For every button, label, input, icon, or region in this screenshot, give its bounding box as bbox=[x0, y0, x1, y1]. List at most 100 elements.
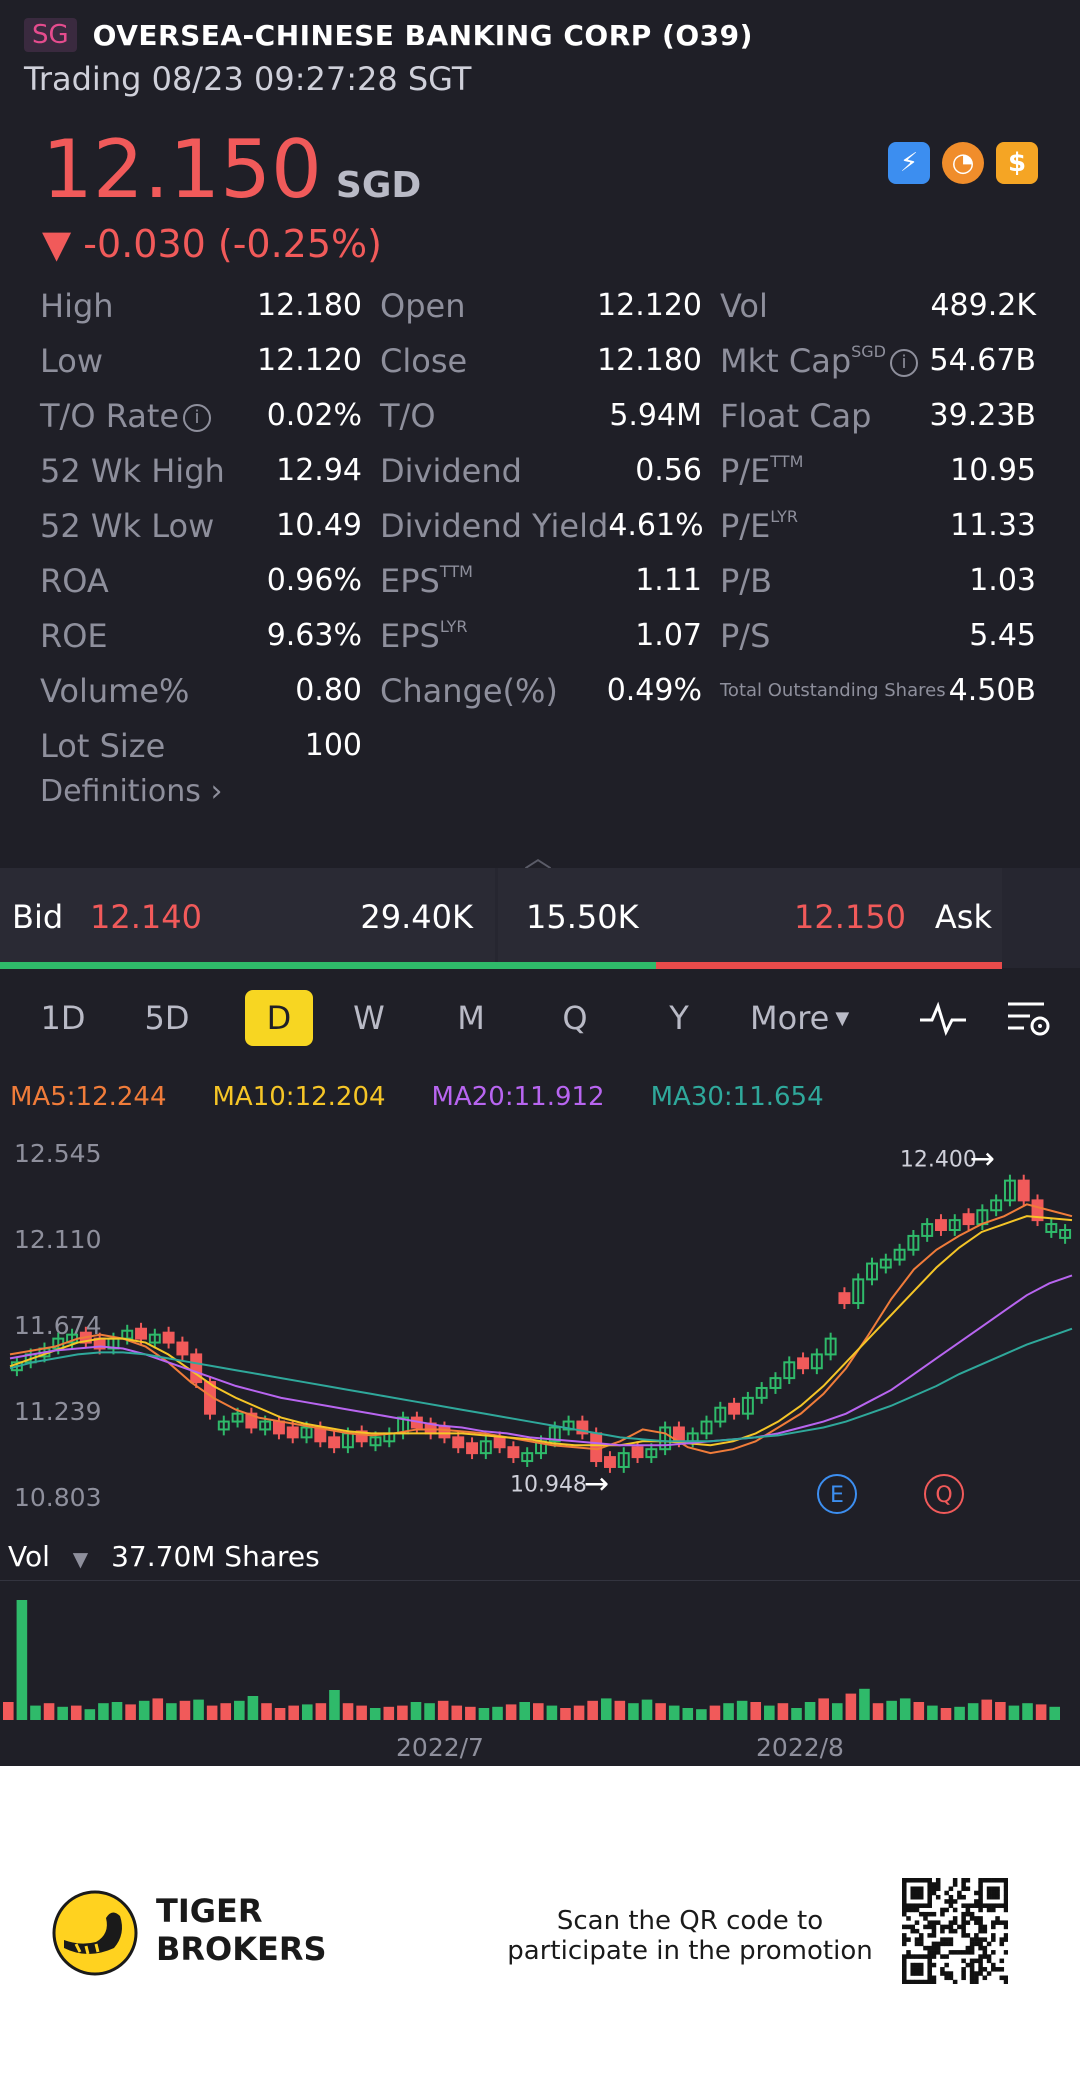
stat-label: Change(%) bbox=[380, 671, 558, 710]
x-axis-label: 2022/8 bbox=[756, 1733, 844, 1762]
volume-value: 37.70M Shares bbox=[111, 1540, 320, 1573]
volume-chart[interactable]: 2022/7 2022/8 bbox=[0, 1580, 1080, 1766]
qr-module bbox=[969, 1903, 975, 1908]
qr-module bbox=[914, 1903, 920, 1908]
volume-bar bbox=[16, 1600, 28, 1720]
candle bbox=[935, 1219, 947, 1232]
lightning-icon[interactable]: ⚡ bbox=[888, 142, 930, 184]
volume-bar bbox=[193, 1699, 204, 1720]
volume-bar bbox=[995, 1702, 1006, 1720]
qr-module bbox=[927, 1945, 932, 1951]
tab-m[interactable]: M bbox=[442, 990, 500, 1046]
tiger-logo-icon bbox=[52, 1890, 138, 1980]
tab-q[interactable]: Q bbox=[546, 990, 604, 1046]
stats-row: ROE 9.63% EPSLYR 1.07 P/S 5.45 bbox=[40, 608, 1040, 663]
tab-y[interactable]: Y bbox=[650, 990, 708, 1046]
qr-module bbox=[1003, 1979, 1008, 1984]
candle bbox=[590, 1432, 603, 1463]
qr-module bbox=[927, 1962, 932, 1968]
stat-cell: Low 12.120 bbox=[40, 342, 362, 380]
qr-module bbox=[961, 1971, 966, 1976]
qr-module bbox=[961, 1882, 966, 1887]
qr-module bbox=[995, 1903, 1000, 1908]
volume-bar bbox=[125, 1704, 136, 1720]
qr-module bbox=[927, 1903, 932, 1908]
stat-label: High bbox=[40, 286, 114, 325]
info-icon[interactable]: i bbox=[183, 403, 212, 432]
stat-cell: P/ETTM 10.95 bbox=[720, 452, 1036, 490]
indicator-icon[interactable] bbox=[918, 998, 968, 1042]
volume-bar bbox=[288, 1705, 299, 1720]
volume-bar bbox=[1049, 1706, 1060, 1720]
volume-header[interactable]: Vol ▼ 37.70M Shares bbox=[8, 1540, 320, 1573]
y-tick-label: 11.239 bbox=[14, 1397, 101, 1426]
tab-5d[interactable]: 5D bbox=[138, 990, 196, 1046]
qr-module bbox=[978, 1882, 983, 1887]
volume-bar bbox=[899, 1698, 911, 1720]
stat-label: P/S bbox=[720, 616, 771, 655]
qr-module bbox=[948, 1975, 954, 1981]
volume-bar bbox=[98, 1703, 109, 1720]
volume-bar bbox=[274, 1708, 286, 1720]
qr-module bbox=[952, 1920, 958, 1925]
qr-module bbox=[991, 1920, 996, 1925]
stat-cell: Dividend 0.56 bbox=[380, 452, 702, 490]
qr-module bbox=[910, 1971, 916, 1976]
qr-code[interactable] bbox=[902, 1878, 1008, 1984]
qr-module bbox=[918, 1878, 924, 1883]
qr-module bbox=[927, 1933, 932, 1938]
qr-module bbox=[1003, 1907, 1008, 1913]
tab-w[interactable]: W bbox=[340, 990, 398, 1046]
qr-module bbox=[965, 1920, 971, 1925]
stat-cell: Volume% 0.80 bbox=[40, 672, 362, 710]
qr-module bbox=[999, 1941, 1005, 1947]
bid-ask-panel: Bid 12.140 29.40K 15.50K 12.150 Ask bbox=[0, 868, 1080, 968]
candlestick-chart[interactable]: 12.54512.11011.67411.23910.80312.400→10.… bbox=[0, 1124, 1080, 1524]
qr-module bbox=[965, 1945, 971, 1951]
qr-module bbox=[923, 1924, 928, 1930]
qr-module bbox=[982, 1903, 988, 1908]
volume-bar bbox=[220, 1703, 232, 1720]
y-tick-label: 10.803 bbox=[14, 1483, 101, 1512]
x-axis-label: 2022/7 bbox=[396, 1733, 484, 1762]
qr-module bbox=[935, 1894, 941, 1900]
bid-label: Bid bbox=[12, 898, 64, 936]
qr-module bbox=[902, 1958, 907, 1964]
stat-cell: P/B 1.03 bbox=[720, 562, 1036, 600]
volume-bar bbox=[546, 1705, 558, 1720]
volume-bar bbox=[369, 1708, 381, 1720]
qr-module bbox=[965, 1878, 971, 1883]
stat-value: 5.94M bbox=[609, 398, 702, 433]
qr-module bbox=[918, 1903, 924, 1908]
qr-module bbox=[974, 1958, 979, 1964]
info-icon[interactable]: i bbox=[890, 348, 918, 377]
qr-module bbox=[948, 1941, 954, 1947]
stat-cell: Vol 489.2K bbox=[720, 287, 1036, 325]
tab-d[interactable]: D bbox=[245, 990, 313, 1046]
qr-module bbox=[1003, 1950, 1008, 1955]
qr-module bbox=[969, 1967, 975, 1972]
definitions-link[interactable]: Definitions › bbox=[40, 774, 222, 809]
qr-module bbox=[902, 1878, 907, 1883]
promo-line2: participate in the promotion bbox=[507, 1936, 873, 1966]
candle bbox=[328, 1436, 341, 1449]
dollar-icon[interactable]: $ bbox=[996, 142, 1038, 184]
volume-bar bbox=[206, 1705, 218, 1720]
qr-module bbox=[978, 1941, 983, 1947]
qr-module bbox=[935, 1920, 941, 1925]
chart-settings-icon[interactable] bbox=[1004, 998, 1052, 1046]
volume-bar bbox=[70, 1705, 82, 1720]
qr-module bbox=[965, 1962, 971, 1968]
qr-module bbox=[944, 1899, 949, 1904]
gauge-icon[interactable]: ◔ bbox=[942, 142, 984, 184]
tab-1d[interactable]: 1D bbox=[34, 990, 92, 1046]
volume-bar bbox=[723, 1703, 734, 1720]
qr-module bbox=[931, 1933, 937, 1938]
qr-module bbox=[944, 1924, 949, 1930]
stat-label: ROE bbox=[40, 616, 108, 655]
qr-module bbox=[995, 1890, 1000, 1896]
tab-more[interactable]: More ▼ bbox=[750, 990, 849, 1046]
qr-module bbox=[961, 1967, 966, 1972]
qr-module bbox=[991, 1894, 996, 1900]
volume-bar bbox=[859, 1688, 870, 1720]
